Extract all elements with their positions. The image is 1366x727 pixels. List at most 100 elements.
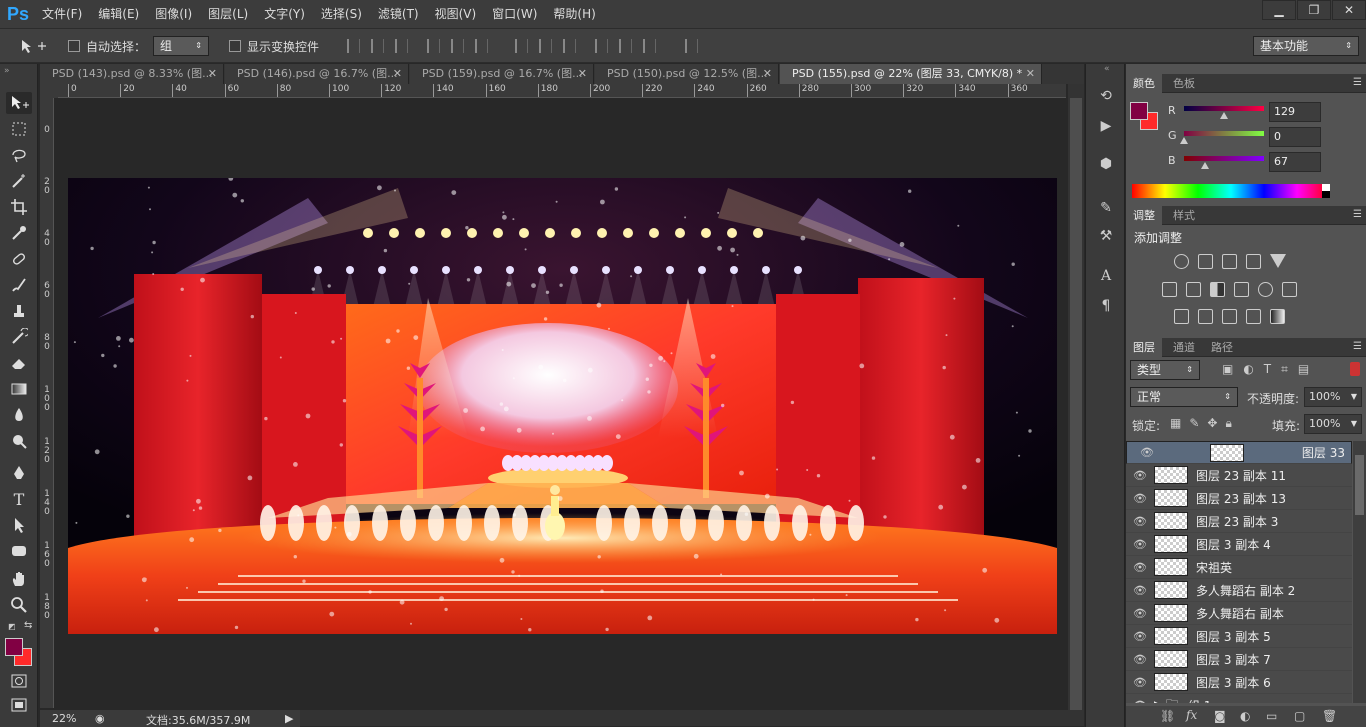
color-lookup-icon[interactable]: [1282, 282, 1297, 297]
tab-swatches[interactable]: 色板: [1166, 74, 1202, 93]
path-select-icon[interactable]: [6, 514, 32, 536]
align-top-icon[interactable]: [347, 39, 360, 53]
swap-colors-icon[interactable]: ⇆: [24, 620, 32, 631]
foreground-color-swatch[interactable]: [1130, 102, 1148, 120]
fx-icon[interactable]: fx: [1186, 708, 1197, 722]
restore-button[interactable]: ❐: [1297, 0, 1331, 20]
threshold-icon[interactable]: [1222, 309, 1237, 324]
show-transform-checkbox[interactable]: [229, 40, 241, 52]
canvas-area[interactable]: [58, 98, 1066, 708]
filter-toggle[interactable]: [1350, 362, 1360, 376]
posterize-icon[interactable]: [1198, 309, 1213, 324]
eye-icon[interactable]: 👁︎: [1126, 653, 1154, 666]
photo-filter-icon[interactable]: [1234, 282, 1249, 297]
auto-align-icon[interactable]: [685, 39, 698, 53]
menu-edit[interactable]: 编辑(E): [90, 0, 147, 28]
eye-icon[interactable]: 👁︎: [1126, 492, 1154, 505]
tab-psd-150[interactable]: PSD (150).psd @ 12.5% (图... ✕: [595, 64, 779, 84]
eye-icon[interactable]: 👁︎: [1126, 538, 1154, 551]
zoom-tool-icon[interactable]: [6, 594, 32, 616]
vibrance-icon[interactable]: [1270, 254, 1286, 268]
levels-icon[interactable]: [1198, 254, 1213, 269]
stage-design-artwork[interactable]: [68, 178, 1057, 634]
g-value-input[interactable]: 0: [1269, 127, 1321, 147]
blur-tool-icon[interactable]: [6, 404, 32, 426]
menu-select[interactable]: 选择(S): [313, 0, 370, 28]
distribute-top-icon[interactable]: [515, 39, 528, 53]
move-tool-preset[interactable]: [18, 29, 50, 63]
eye-icon[interactable]: 👁︎: [1126, 515, 1154, 528]
distribute-hcenter-icon[interactable]: [619, 39, 632, 53]
collapse-icon[interactable]: »: [4, 66, 10, 76]
auto-select-dropdown[interactable]: 组 ⇕: [153, 36, 209, 56]
quick-mask-icon[interactable]: [6, 670, 32, 692]
blend-mode-dropdown[interactable]: 正常 ⇕: [1130, 387, 1238, 407]
invert-icon[interactable]: [1174, 309, 1189, 324]
close-icon[interactable]: ✕: [393, 64, 402, 84]
menu-window[interactable]: 窗口(W): [484, 0, 545, 28]
crop-tool-icon[interactable]: [6, 196, 32, 218]
dodge-tool-icon[interactable]: [6, 430, 32, 452]
black-white-icon[interactable]: [1210, 282, 1225, 297]
opacity-input[interactable]: 100% ▼: [1304, 387, 1362, 407]
chevron-down-icon[interactable]: ▼: [1351, 415, 1357, 433]
tab-adjustments[interactable]: 调整: [1126, 206, 1162, 225]
close-icon[interactable]: ✕: [763, 64, 772, 84]
history-icon[interactable]: ⟲: [1096, 86, 1116, 106]
workspace-dropdown[interactable]: 基本功能 ⇕: [1253, 36, 1359, 56]
distribute-vcenter-icon[interactable]: [539, 39, 552, 53]
layer-row[interactable]: 👁︎ 图层 33: [1126, 441, 1352, 464]
canvas-horizontal-scrollbar[interactable]: [300, 710, 1084, 726]
tab-layers[interactable]: 图层: [1126, 338, 1162, 357]
eye-icon[interactable]: 👁︎: [1126, 469, 1154, 482]
brush-presets-icon[interactable]: ✎: [1096, 198, 1116, 218]
paragraph-icon[interactable]: ¶: [1096, 296, 1116, 316]
lasso-tool-icon[interactable]: [6, 144, 32, 166]
layer-row[interactable]: 👁︎ 多人舞蹈右 副本 2: [1126, 579, 1352, 602]
pen-tool-icon[interactable]: [6, 462, 32, 484]
exposure-icon[interactable]: [1246, 254, 1261, 269]
panel-menu-icon[interactable]: ☰: [1353, 209, 1362, 220]
3d-icon[interactable]: ⬢: [1096, 154, 1116, 174]
character-icon[interactable]: A: [1096, 266, 1116, 286]
layer-filter-dropdown[interactable]: 类型 ⇕: [1130, 360, 1200, 380]
layers-scroll-thumb[interactable]: [1355, 455, 1364, 515]
menu-type[interactable]: 文字(Y): [256, 0, 313, 28]
gradient-tool-icon[interactable]: [6, 378, 32, 400]
layer-group-row[interactable]: 👁︎▶🗀︎组 1: [1126, 694, 1352, 704]
new-layer-icon[interactable]: ▢: [1294, 709, 1305, 723]
collapse-icon[interactable]: «: [1104, 64, 1110, 74]
tab-color[interactable]: 颜色: [1126, 74, 1162, 93]
eye-icon[interactable]: 👁︎: [1126, 699, 1154, 704]
foreground-color-swatch[interactable]: [5, 638, 23, 656]
chevron-down-icon[interactable]: ▼: [1351, 388, 1357, 406]
eye-icon[interactable]: 👁︎: [1126, 584, 1154, 597]
g-slider-handle[interactable]: [1180, 137, 1188, 144]
eye-icon[interactable]: 👁︎: [1126, 630, 1154, 643]
eye-icon[interactable]: 👁︎: [1133, 444, 1161, 462]
eye-icon[interactable]: 👁︎: [1126, 561, 1154, 574]
tab-paths[interactable]: 路径: [1204, 338, 1240, 357]
status-arrow-icon[interactable]: ▶: [285, 712, 293, 725]
layer-row[interactable]: 👁︎ 图层 3 副本 4: [1126, 533, 1352, 556]
history-brush-icon[interactable]: [6, 326, 32, 348]
tab-psd-143[interactable]: PSD (143).psd @ 8.33% (图... ✕: [40, 64, 224, 84]
close-icon[interactable]: ✕: [578, 64, 587, 84]
screen-mode-icon[interactable]: [6, 694, 32, 716]
healing-brush-icon[interactable]: [6, 248, 32, 270]
tab-channels[interactable]: 通道: [1166, 338, 1202, 357]
layers-scrollbar[interactable]: [1353, 441, 1366, 703]
menu-file[interactable]: 文件(F): [34, 0, 90, 28]
align-bottom-icon[interactable]: [395, 39, 408, 53]
add-mask-icon[interactable]: ◙: [1214, 709, 1226, 723]
tool-presets-icon[interactable]: ⚒: [1096, 226, 1116, 246]
layer-row[interactable]: 👁︎ 图层 3 副本 6: [1126, 671, 1352, 694]
clone-stamp-icon[interactable]: [6, 300, 32, 322]
move-tool-icon[interactable]: [6, 92, 32, 114]
status-menu-icon[interactable]: ◉: [95, 712, 105, 725]
curves-icon[interactable]: [1222, 254, 1237, 269]
layer-filter-icons[interactable]: ▣◐T⌗▤: [1222, 362, 1319, 377]
fill-input[interactable]: 100% ▼: [1304, 414, 1362, 434]
link-layers-icon[interactable]: ⛓: [1160, 709, 1175, 723]
distribute-right-icon[interactable]: [643, 39, 656, 53]
